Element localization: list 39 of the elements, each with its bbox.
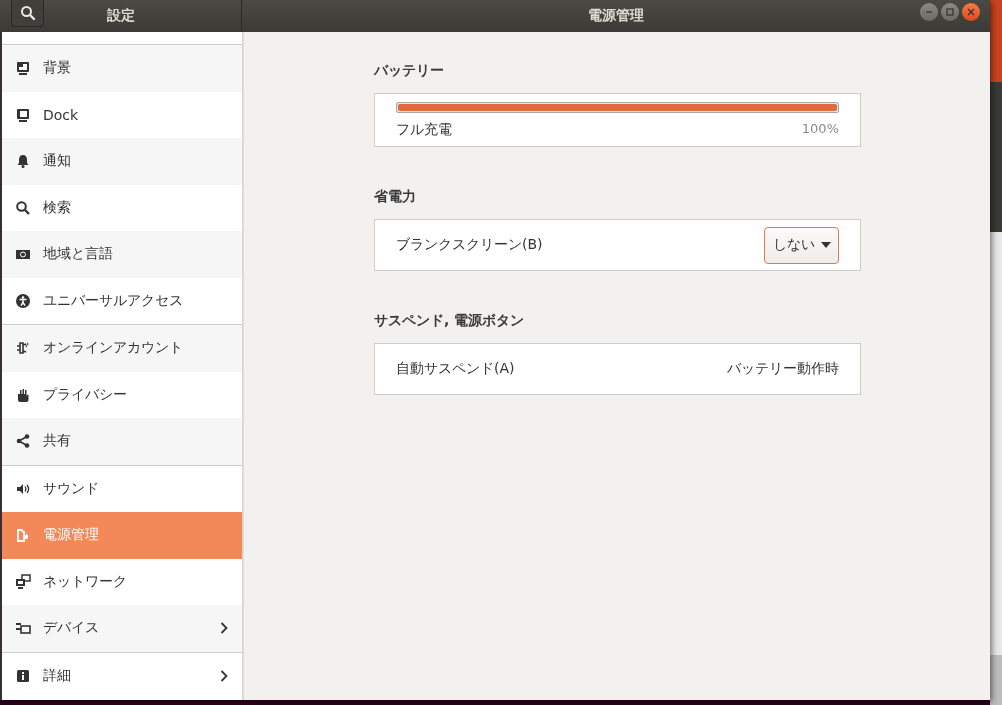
sidebar-item[interactable]: 通知 (2, 138, 242, 185)
network-icon (15, 573, 31, 590)
info-icon (15, 667, 31, 684)
sidebar-item[interactable]: 地域と言語 (2, 231, 242, 278)
setting-label: ブランクスクリーン(B) (396, 236, 543, 254)
search-icon (19, 5, 36, 21)
sidebar-item[interactable]: オンラインアカウント (2, 325, 242, 372)
battery-plug-icon (15, 527, 31, 544)
setting-value: バッテリー動作時 (727, 360, 839, 378)
hand-icon (15, 386, 31, 403)
maximize-icon (946, 8, 954, 16)
maximize-button[interactable] (941, 3, 959, 21)
dropdown-button[interactable]: しない (764, 226, 839, 264)
window-title: 電源管理 (588, 7, 644, 25)
sidebar-item[interactable]: 背景 (2, 45, 242, 92)
sidebar-item[interactable]: 共有 (2, 418, 242, 465)
monitor-icon (15, 60, 31, 77)
caret-icon (821, 242, 831, 248)
section-heading: 省電力 (374, 188, 417, 206)
battery-status: フル充電 (396, 121, 452, 139)
devices-icon (15, 620, 31, 637)
share-icon (15, 433, 31, 450)
setting-row[interactable]: 自動サスペンド(A) バッテリー動作時 (375, 344, 860, 394)
plug-icon (15, 340, 31, 357)
section-heading: バッテリー (374, 62, 445, 80)
sidebar-item[interactable]: デバイス (2, 605, 242, 652)
monitor-icon (15, 106, 31, 123)
minimize-icon (925, 8, 933, 16)
bell-icon (15, 153, 31, 170)
search-icon (15, 199, 31, 216)
close-icon (967, 8, 975, 16)
accessibility-icon (15, 292, 31, 309)
close-button[interactable] (962, 3, 980, 21)
sidebar-title: 設定 (106, 7, 135, 25)
setting-label: 自動サスペンド(A) (396, 360, 515, 378)
battery-percentage: 100% (801, 121, 839, 138)
search-button[interactable] (11, 0, 44, 27)
minimize-button[interactable] (920, 3, 938, 21)
section-heading: サスペンド, 電源ボタン (374, 312, 526, 330)
